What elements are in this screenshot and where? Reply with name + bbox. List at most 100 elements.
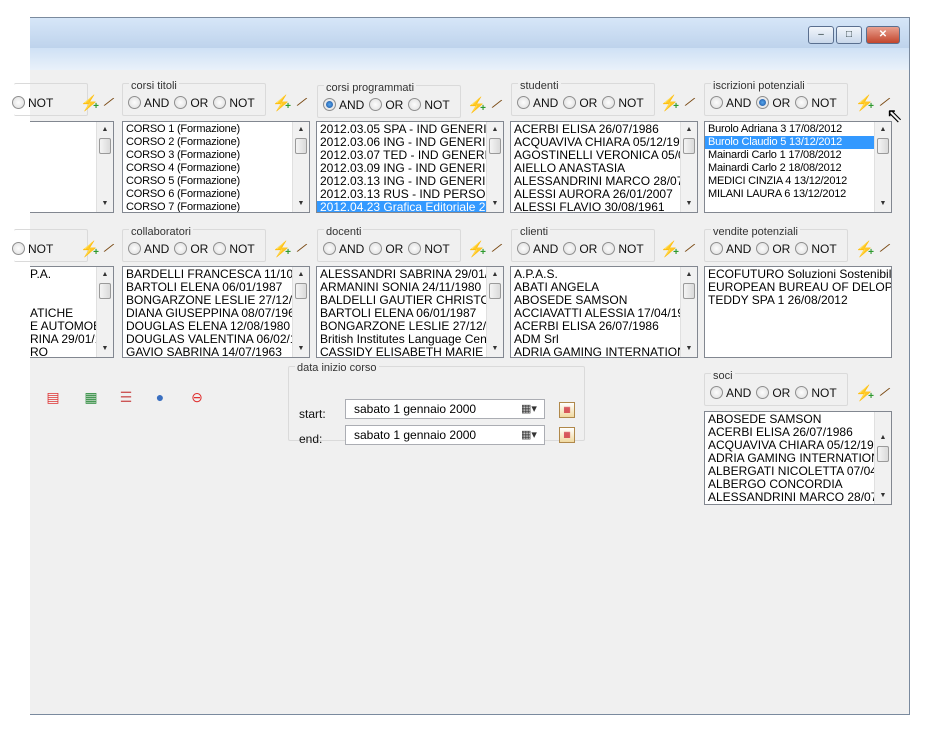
scroll-up-icon[interactable]: ▲ [681,267,697,283]
scroll-down-icon[interactable]: ▼ [487,341,503,357]
scroll-up-icon[interactable]: ▲ [681,122,697,138]
calendar-icon[interactable]: ▦ [559,402,575,418]
list-item[interactable]: 2012.03.06 ING - IND GENERICO [317,136,503,149]
list-item[interactable]: BARDELLI FRANCESCA 11/10/19 [123,268,309,281]
scroll-up-icon[interactable]: ▲ [293,267,309,283]
list-scrollbar[interactable]: ▲ ▼ [96,122,113,212]
list-scrollbar[interactable]: ▲ ▼ [680,122,697,212]
scroll-up-icon[interactable]: ▲ [97,267,113,283]
list-item[interactable]: A.P.A.S. [511,268,697,281]
list-item[interactable]: BONGARZONE LESLIE 27/12/19 [123,294,309,307]
list-item[interactable]: ABATI ANGELA [511,281,697,294]
list-item[interactable]: ABOSEDE SAMSON [705,413,891,426]
collaboratori-list[interactable]: BARDELLI FRANCESCA 11/10/19 BARTOLI ELENA… [122,266,310,358]
scroll-thumb[interactable] [295,138,307,154]
radio-not[interactable] [795,96,809,109]
scroll-down-icon[interactable]: ▼ [293,196,309,212]
end-date-picker[interactable]: sabato 1 gennaio 2000 ▦▾ [345,425,545,445]
radio-and[interactable] [517,96,530,109]
lightning-add-icon[interactable]: ⚡ [272,95,291,116]
list-item[interactable]: CORSO 1 (Formazione) [123,123,309,136]
calendar-dropdown-icon[interactable]: ▦▾ [517,428,541,442]
list-item[interactable]: AGOSTINELLI VERONICA 05/08/ [511,149,697,162]
list-item[interactable]: ECOFUTURO Soluzioni Sostenibili 3 3 [705,268,891,281]
radio-and[interactable] [323,242,336,255]
list-item[interactable]: ACCIAVATTI ALESSIA 17/04/197 [511,307,697,320]
list-item[interactable]: CORSO 4 (Formazione) [123,162,309,175]
radio-or[interactable] [369,98,383,111]
scroll-thumb[interactable] [683,138,695,154]
scroll-up-icon[interactable]: ▲ [487,267,503,283]
list-item[interactable]: ACERBI ELISA 26/07/1986 [705,426,891,439]
radio-not[interactable] [602,242,616,255]
list-scrollbar[interactable]: ▲ ▼ [874,412,891,504]
list-scrollbar[interactable]: ▲ ▼ [292,122,309,212]
list-item[interactable]: CORSO 6 (Formazione) [123,188,309,201]
list-item[interactable]: BONGARZONE LESLIE 27/12/19 [317,320,503,333]
scroll-thumb[interactable] [295,283,307,299]
docenti-list[interactable]: ALESSANDRI SABRINA 29/01/19 ARMANINI SONI… [316,266,504,358]
lightning-add-icon[interactable]: ⚡ [855,95,874,116]
studenti-list[interactable]: ACERBI ELISA 26/07/1986 ACQUAVIVA CHIARA … [510,121,698,213]
radio-not[interactable] [408,98,422,111]
radio-not[interactable] [213,96,227,109]
scroll-thumb[interactable] [489,283,501,299]
list-item[interactable]: MEDICI CINZIA 4 13/12/2012 [705,175,891,188]
list-item[interactable]: 2012.03.13 RUS - IND PERSONAL [317,188,503,201]
lightning-add-icon[interactable]: ⚡ [467,97,486,118]
radio-not[interactable] [795,242,809,255]
list-item[interactable]: ACQUAVIVA CHIARA 05/12/1983 [511,136,697,149]
scroll-thumb[interactable] [99,138,111,154]
lightning-add-icon[interactable]: ⚡ [855,241,874,262]
import-icon[interactable]: ▦ [83,389,99,405]
calendar-dropdown-icon[interactable]: ▦▾ [517,402,541,416]
report-icon[interactable]: ☰ [118,389,134,405]
radio-or[interactable] [756,96,770,109]
user-icon[interactable]: ● [152,389,168,405]
soci-list[interactable]: ABOSEDE SAMSON ACERBI ELISA 26/07/1986 ACQ… [704,411,892,505]
list-item[interactable]: Burolo Adriana 3 17/08/2012 [705,123,891,136]
radio-and[interactable] [710,386,723,399]
list-item[interactable]: GAVIO SABRINA 14/07/1963 [123,346,309,357]
close-button[interactable]: ✕ [866,26,900,44]
scroll-thumb[interactable] [683,283,695,299]
iscrizioni-potenziali-list[interactable]: Burolo Adriana 3 17/08/2012 Burolo Claudi… [704,121,892,213]
scroll-up-icon[interactable]: ▲ [875,430,891,446]
scroll-thumb[interactable] [489,138,501,154]
radio-or[interactable] [174,96,188,109]
radio-and[interactable] [710,242,723,255]
radio-or[interactable] [756,242,770,255]
scroll-down-icon[interactable]: ▼ [875,488,891,504]
scroll-down-icon[interactable]: ▼ [681,196,697,212]
scroll-down-icon[interactable]: ▼ [97,341,113,357]
list-item[interactable]: Mainardi Carlo 1 17/08/2012 [705,149,891,162]
left-row2-list[interactable]: P.A. ATICHE E AUTOMOBI RINA 29/01/19 RO ▲ ▼ [30,266,114,358]
lightning-add-icon[interactable]: ⚡ [80,241,99,262]
scroll-up-icon[interactable]: ▲ [487,122,503,138]
list-item[interactable]: DOUGLAS VALENTINA 06/02/19 [123,333,309,346]
minimize-button[interactable]: ‒ [808,26,834,44]
radio-and[interactable] [128,96,141,109]
radio-and[interactable] [517,242,530,255]
list-item[interactable]: CORSO 7 (Formazione) [123,201,309,212]
list-item[interactable]: TEDDY SPA 1 26/08/2012 [705,294,891,307]
list-item[interactable]: ALESSANDRINI MARCO 28/07/1 [511,175,697,188]
list-item[interactable]: AIELLO ANASTASIA [511,162,697,175]
export-icon[interactable]: ▤ [45,389,61,405]
lightning-add-icon[interactable]: ⚡ [467,241,486,262]
list-item[interactable]: DIANA GIUSEPPINA 08/07/1969 [123,307,309,320]
radio-and[interactable] [323,98,336,111]
list-scrollbar[interactable]: ▲ ▼ [486,267,503,357]
list-item[interactable]: BALDELLI GAUTIER CHRISTOPH [317,294,503,307]
list-item[interactable]: ADRIA GAMING INTERNATIONAL [511,346,697,357]
list-item[interactable]: Burolo Claudio 5 13/12/2012 [705,136,891,149]
list-item[interactable]: ABOSEDE SAMSON [511,294,697,307]
radio-not[interactable] [602,96,616,109]
list-item[interactable]: ALESSANDRI SABRINA 29/01/19 [317,268,503,281]
list-scrollbar[interactable]: ▲ ▼ [292,267,309,357]
list-item[interactable]: ADRIA GAMING INTERNATIONAL [705,452,891,465]
scroll-down-icon[interactable]: ▼ [875,196,891,212]
corsi-titoli-list[interactable]: CORSO 1 (Formazione) CORSO 2 (Formazione)… [122,121,310,213]
list-item[interactable]: 2012.03.09 ING - IND GENERICO [317,162,503,175]
list-item[interactable]: EUROPEAN BUREAU OF DELOPMEI [705,281,891,294]
